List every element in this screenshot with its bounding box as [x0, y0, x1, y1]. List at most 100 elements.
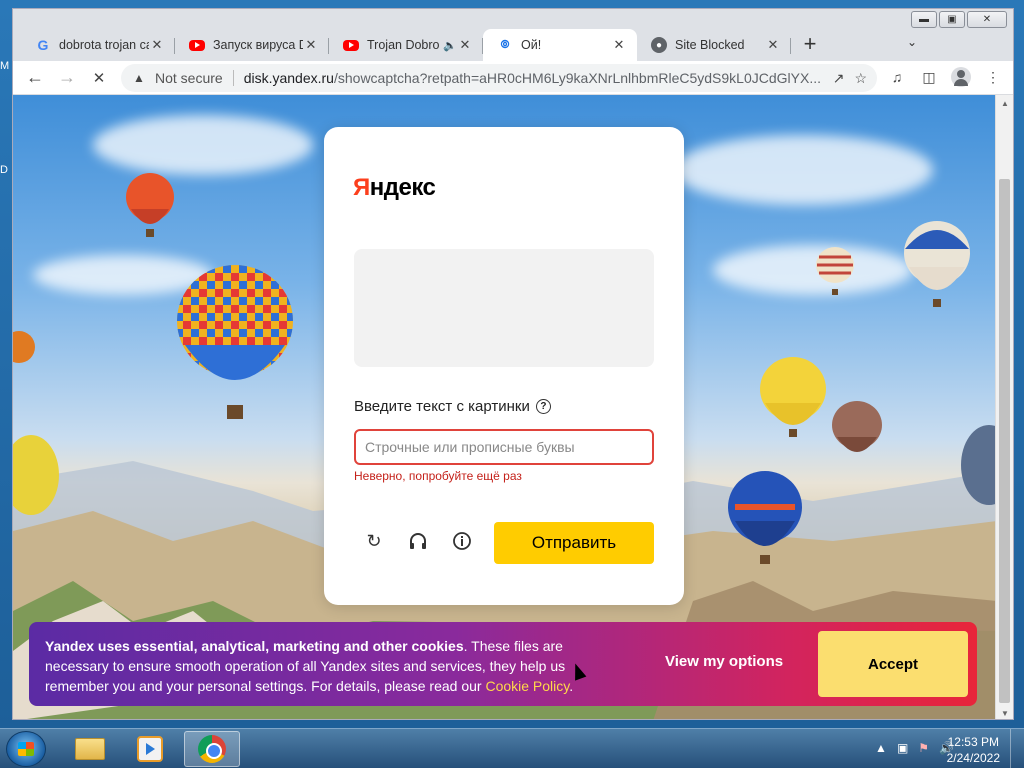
scroll-up-arrow-icon[interactable]: ▲ — [996, 95, 1013, 111]
tab-title: Trojan Dobro — [367, 38, 440, 52]
url-host: disk.yandex.ru — [243, 70, 334, 86]
scroll-thumb[interactable] — [999, 179, 1010, 703]
not-secure-label[interactable]: Not secure — [155, 70, 223, 86]
start-button[interactable] — [6, 731, 46, 767]
chrome-icon — [198, 735, 226, 763]
media-player-icon — [137, 736, 163, 762]
tab-close-icon[interactable]: ✕ — [149, 37, 165, 53]
new-tab-button[interactable]: + — [795, 29, 825, 59]
tab-search-chevron-icon[interactable]: ⌄ — [907, 35, 917, 49]
captcha-actions: ↻ — [362, 529, 474, 553]
balloon-illustration — [126, 173, 174, 237]
action-center-flag-icon[interactable]: ⚑ — [918, 741, 929, 755]
info-icon[interactable] — [450, 529, 474, 553]
tab-youtube-1[interactable]: Запуск вируса D ✕ — [175, 29, 329, 61]
accept-button[interactable]: Accept — [818, 631, 968, 697]
bookmark-star-icon[interactable]: ☆ — [854, 70, 867, 87]
url-text[interactable]: disk.yandex.ru/showcaptcha?retpath=aHR0c… — [244, 70, 825, 86]
profile-button[interactable] — [947, 63, 975, 91]
balloon-illustration — [760, 357, 826, 437]
network-icon[interactable]: ▣ — [897, 741, 908, 755]
toolbar-right: ♫ ◫ ⋮ — [883, 63, 1007, 91]
info-glyph — [453, 532, 471, 550]
youtube-icon — [189, 39, 205, 51]
balloon-illustration — [904, 221, 970, 307]
help-icon[interactable]: ? — [535, 399, 551, 414]
omnibox-actions: ↗ ☆ — [833, 70, 867, 87]
tab-site-blocked[interactable]: ● Site Blocked ✕ — [637, 29, 791, 61]
tab-title: Запуск вируса D — [213, 38, 303, 52]
desktop-edge-glyph: D — [0, 164, 8, 176]
youtube-icon — [343, 39, 359, 51]
tab-close-icon[interactable]: ✕ — [457, 37, 473, 53]
submit-button[interactable]: Отправить — [494, 522, 654, 564]
share-icon[interactable]: ↗ — [833, 70, 845, 87]
desktop-edge-glyph: M — [0, 60, 10, 72]
explorer-taskbar-button[interactable] — [62, 731, 118, 767]
taskbar: ▲ ▣ ⚑ 🔊 12:53 PM 2/24/2022 — [0, 728, 1024, 768]
show-desktop-button[interactable] — [1010, 729, 1024, 768]
logo-rest: ндекс — [369, 174, 436, 201]
headphones-icon[interactable] — [406, 529, 430, 553]
globe-icon: ● — [651, 37, 667, 53]
tab-close-icon[interactable]: ✕ — [611, 37, 627, 53]
tab-title: Ой! — [521, 38, 542, 52]
cookie-banner: Yandex uses essential, analytical, marke… — [29, 622, 977, 706]
side-panel-icon[interactable]: ◫ — [915, 63, 943, 91]
forward-button[interactable]: → — [51, 62, 83, 94]
tab-yandex-active[interactable]: ⦾ Ой! ✕ — [483, 29, 637, 61]
clock[interactable]: 12:53 PM 2/24/2022 — [947, 734, 1000, 766]
cookie-bold-text: Yandex uses essential, analytical, marke… — [45, 638, 464, 654]
scroll-down-arrow-icon[interactable]: ▼ — [996, 705, 1013, 719]
clock-date: 2/24/2022 — [946, 751, 1000, 765]
window-controls: ▬ ▣ ✕ — [911, 11, 1007, 28]
show-hidden-icons-icon[interactable]: ▲ — [875, 741, 887, 755]
refresh-icon[interactable]: ↻ — [362, 529, 386, 553]
clock-time: 12:53 PM — [947, 735, 999, 749]
system-tray: ▲ ▣ ⚑ 🔊 — [875, 741, 954, 755]
chrome-taskbar-button[interactable] — [184, 731, 240, 767]
folder-icon — [75, 738, 105, 760]
tab-close-icon[interactable]: ✕ — [303, 37, 319, 53]
tab-google[interactable]: G dobrota trojan ca ✕ — [21, 29, 175, 61]
cloud — [713, 245, 913, 295]
stop-loading-button[interactable]: ✕ — [83, 62, 115, 94]
back-button[interactable]: ← — [19, 62, 51, 94]
close-window-button[interactable]: ✕ — [967, 11, 1007, 28]
media-control-icon[interactable]: ♫ — [883, 63, 911, 91]
tab-title: Site Blocked — [675, 38, 745, 52]
yandex-icon: ⦾ — [500, 38, 510, 51]
captcha-image — [354, 249, 654, 367]
cloud — [93, 115, 313, 175]
cookie-policy-link[interactable]: Cookie Policy — [485, 678, 569, 694]
yandex-logo[interactable]: Яндекс — [353, 174, 436, 202]
warning-icon[interactable]: ▲ — [131, 70, 147, 86]
headphones-glyph — [410, 533, 426, 549]
balloon-illustration — [13, 435, 59, 515]
page-viewport: Яндекс Введите текст с картинки ? Неверн… — [13, 95, 997, 719]
address-bar[interactable]: ▲ Not secure disk.yandex.ru/showcaptcha?… — [121, 64, 877, 92]
divider — [232, 70, 234, 86]
tab-youtube-2[interactable]: Trojan Dobro 🔈 ✕ — [329, 29, 483, 61]
media-player-taskbar-button[interactable] — [122, 731, 178, 767]
captcha-card: Яндекс Введите текст с картинки ? Неверн… — [324, 127, 684, 605]
balloon-illustration — [728, 471, 802, 564]
scrollbar[interactable]: ▲ ▼ — [995, 95, 1013, 719]
view-options-button[interactable]: View my options — [665, 653, 783, 670]
tab-close-icon[interactable]: ✕ — [765, 37, 781, 53]
captcha-label-text: Введите текст с картинки — [354, 398, 530, 415]
cookie-text: Yandex uses essential, analytical, marke… — [45, 636, 625, 696]
balloon-illustration — [961, 425, 997, 505]
tab-title: dobrota trojan ca — [59, 38, 149, 52]
kebab-menu-icon[interactable]: ⋮ — [979, 63, 1007, 91]
maximize-button[interactable]: ▣ — [939, 11, 965, 28]
balloon-illustration — [816, 247, 854, 295]
speaker-icon[interactable]: 🔈 — [443, 39, 457, 52]
balloon-illustration — [13, 331, 35, 363]
title-bar: ▬ ▣ ✕ G dobrota trojan ca ✕ Запуск вирус… — [13, 9, 1013, 61]
tab-strip: G dobrota trojan ca ✕ Запуск вируса D ✕ … — [21, 25, 825, 61]
chrome-window: ▬ ▣ ✕ G dobrota trojan ca ✕ Запуск вирус… — [12, 8, 1014, 720]
cloud — [673, 135, 933, 205]
minimize-button[interactable]: ▬ — [911, 11, 937, 28]
captcha-input[interactable] — [354, 429, 654, 465]
